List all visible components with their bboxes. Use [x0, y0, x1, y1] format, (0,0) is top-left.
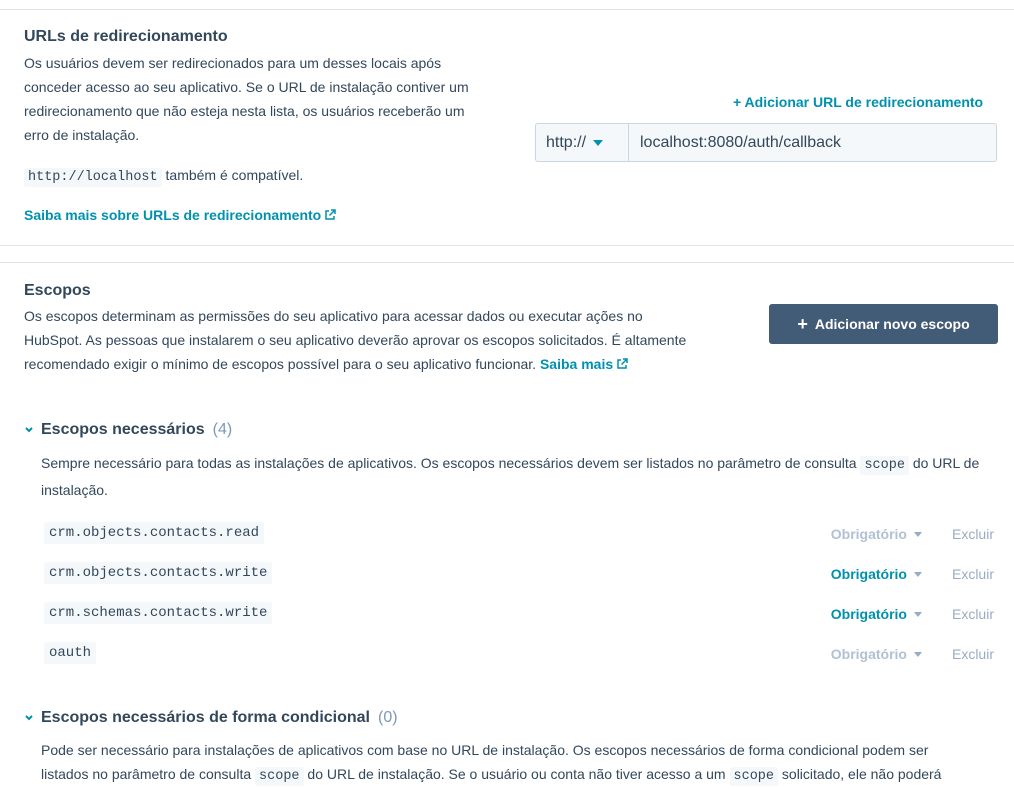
protocol-value: http://: [546, 133, 587, 151]
conditional-desc-text: listados no parâmetro de consulta: [41, 766, 252, 782]
required-scopes-description: Sempre necessário para todas as instalaç…: [41, 451, 1001, 502]
required-scopes-title: Escopos necessários: [41, 421, 205, 438]
scope-name: crm.schemas.contacts.write: [44, 602, 273, 624]
scope-row: crm.objects.contacts.read Obrigatório Ex…: [44, 522, 998, 546]
add-redirect-url-link[interactable]: + Adicionar URL de redirecionamento: [733, 94, 983, 110]
caret-down-icon: [593, 139, 604, 146]
caret-down-icon: [914, 571, 922, 577]
scopes-title: Escopos: [24, 282, 91, 299]
redirect-url-field: http://: [535, 123, 997, 162]
conditional-desc-text: do URL de instalação. Se o usuário ou co…: [307, 766, 726, 782]
caret-down-icon: [914, 531, 922, 537]
redirect-url-input[interactable]: [629, 124, 996, 161]
chevron-down-icon: [25, 427, 33, 433]
conditional-scopes-description: Pode ser necessário para instalações de …: [41, 738, 1001, 789]
conditional-desc-text: solicitado, ele não poderá: [781, 766, 942, 782]
section-divider: [0, 262, 1014, 263]
scope-name: oauth: [44, 642, 97, 664]
requirement-dropdown[interactable]: Obrigatório: [831, 566, 922, 582]
conditional-scopes-toggle[interactable]: Escopos necessários de forma condicional…: [24, 709, 398, 727]
required-scopes-toggle[interactable]: Escopos necessários (4): [24, 421, 232, 439]
delete-scope-button[interactable]: Excluir: [952, 646, 994, 662]
requirement-label: Obrigatório: [830, 606, 907, 622]
scope-param-code: scope: [255, 767, 304, 786]
add-scope-label: Adicionar novo escopo: [814, 316, 970, 332]
scope-row: oauth Obrigatório Excluir: [44, 642, 998, 666]
redirect-learn-more-link[interactable]: Saiba mais sobre URLs de redirecionament…: [24, 207, 321, 223]
protocol-dropdown[interactable]: http://: [536, 124, 629, 161]
required-desc-text: Sempre necessário para todas as instalaç…: [41, 455, 857, 471]
localhost-code: http://localhost: [24, 168, 162, 187]
requirement-label: Obrigatório: [830, 526, 907, 542]
localhost-note: também é compatível.: [165, 167, 304, 183]
requirement-label: Obrigatório: [830, 566, 907, 582]
conditional-scopes-count: (0): [378, 709, 398, 726]
delete-scope-button[interactable]: Excluir: [952, 566, 994, 582]
requirement-dropdown[interactable]: Obrigatório: [831, 646, 922, 662]
requirement-dropdown[interactable]: Obrigatório: [831, 526, 922, 542]
scope-param-code: scope: [860, 456, 909, 475]
redirect-description: Os usuários devem ser redirecionados par…: [24, 55, 469, 143]
scope-row: crm.schemas.contacts.write Obrigatório E…: [44, 602, 998, 626]
add-scope-button[interactable]: + Adicionar novo escopo: [769, 304, 998, 344]
external-link-icon: [617, 358, 628, 369]
conditional-desc-line-1: Pode ser necessário para instalações de …: [41, 742, 929, 758]
localhost-note-line: http://localhost também é compatível.: [24, 163, 303, 190]
delete-scope-button[interactable]: Excluir: [952, 606, 994, 622]
external-link-icon: [325, 209, 336, 220]
scopes-learn-more-link[interactable]: Saiba mais: [540, 356, 613, 372]
requirement-label: Obrigatório: [830, 646, 907, 662]
plus-icon: +: [797, 314, 808, 334]
requirement-dropdown[interactable]: Obrigatório: [831, 606, 922, 622]
section-divider: [0, 245, 1014, 246]
top-divider: [0, 9, 1014, 10]
scope-name: crm.objects.contacts.read: [44, 522, 265, 544]
chevron-down-icon: [25, 715, 33, 721]
scope-row: crm.objects.contacts.write Obrigatório E…: [44, 562, 998, 586]
conditional-scopes-title: Escopos necessários de forma condicional: [41, 709, 370, 726]
conditional-desc-line-2: listados no parâmetro de consulta scope …: [41, 762, 1001, 789]
redirect-title: URLs de redirecionamento: [24, 28, 228, 45]
caret-down-icon: [914, 611, 922, 617]
scope-name: crm.objects.contacts.write: [44, 562, 273, 584]
required-scopes-count: (4): [212, 421, 233, 438]
delete-scope-button[interactable]: Excluir: [952, 526, 994, 542]
caret-down-icon: [914, 651, 922, 657]
redirect-learn-more-line: Saiba mais sobre URLs de redirecionament…: [24, 203, 336, 227]
scopes-description: Os escopos determinam as permissões do s…: [24, 304, 696, 376]
scope-param-code: scope: [729, 767, 779, 786]
